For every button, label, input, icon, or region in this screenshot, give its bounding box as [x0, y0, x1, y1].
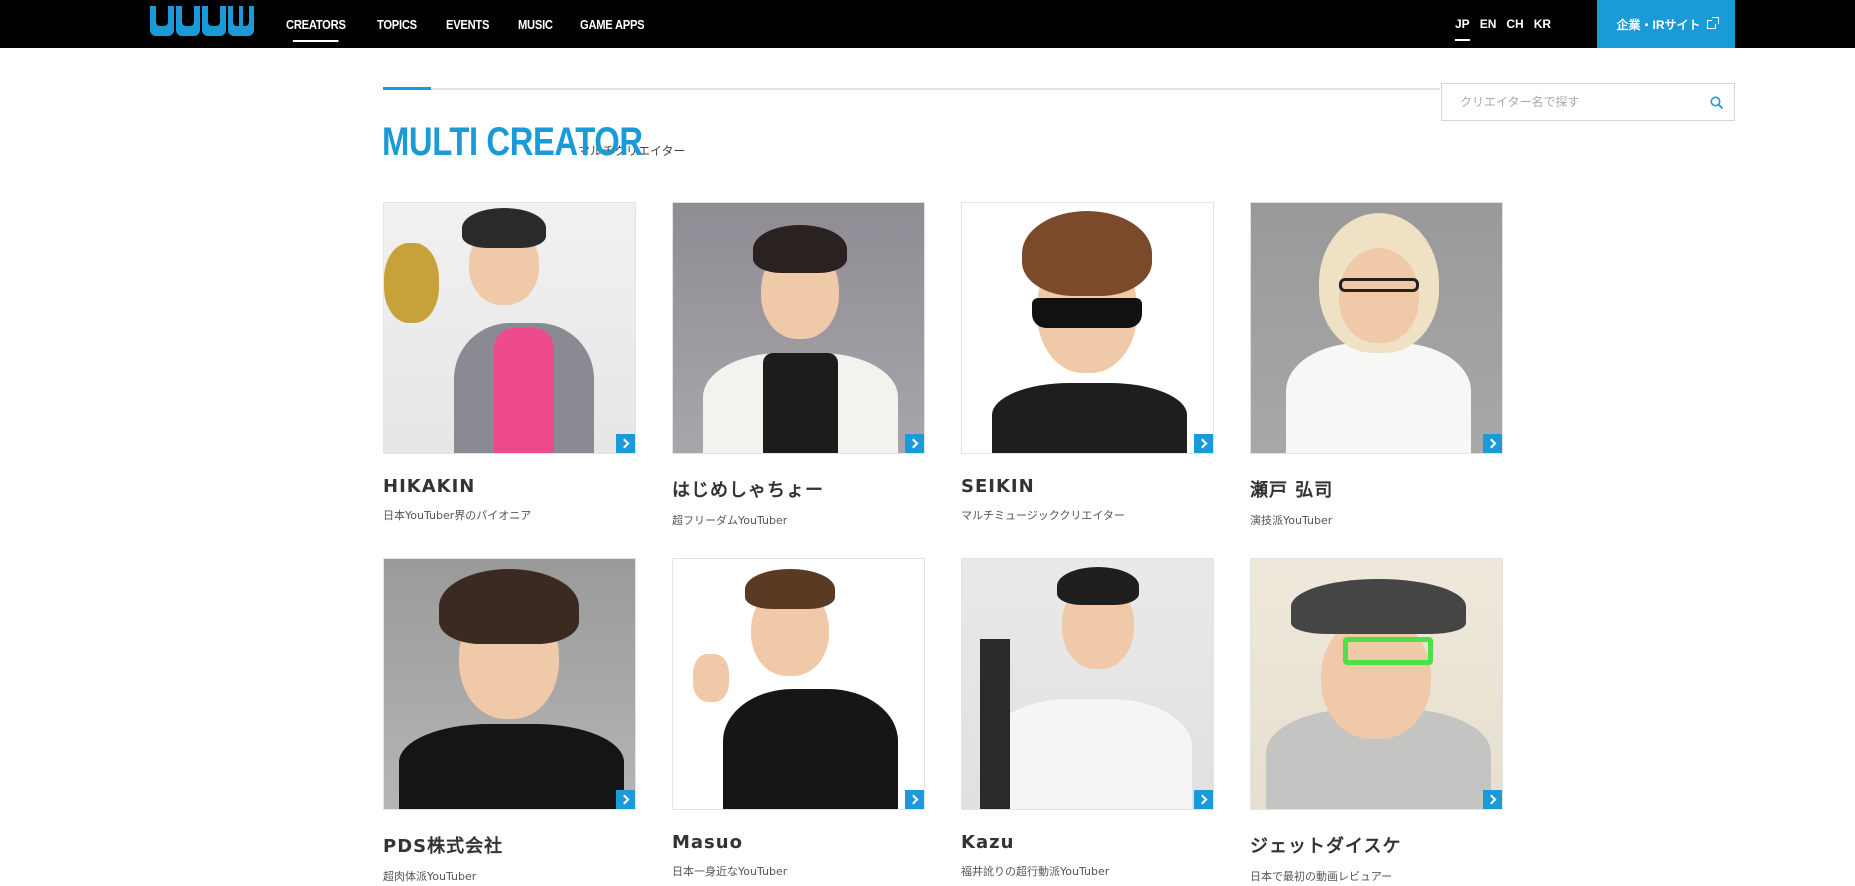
creator-card-hikakin[interactable]: HIKAKIN 日本YouTuber界のパイオニア	[383, 202, 636, 558]
uuum-logo[interactable]	[150, 6, 254, 36]
portrait-image	[384, 203, 635, 453]
lang-en[interactable]: EN	[1480, 11, 1497, 37]
ir-site-button[interactable]: 企業・IRサイト	[1597, 0, 1735, 48]
section-divider-accent	[383, 87, 431, 90]
creator-description: 日本YouTuber界のパイオニア	[383, 509, 532, 522]
search-icon[interactable]	[1698, 84, 1734, 120]
chevron-right-icon	[1483, 434, 1502, 453]
section-heading: MULTI CREATOR マルチクリエイター	[382, 120, 686, 165]
creator-name: HIKAKIN	[383, 476, 476, 497]
portrait-image	[962, 559, 1213, 809]
creator-card-seikin[interactable]: SEIKIN マルチミュージッククリエイター	[961, 202, 1214, 558]
creator-description: 超肉体派YouTuber	[383, 870, 477, 883]
creator-card-masuo[interactable]: Masuo 日本一身近なYouTuber	[672, 558, 925, 886]
creator-card-pds[interactable]: PDS株式会社 超肉体派YouTuber	[383, 558, 636, 886]
creator-name: Masuo	[672, 832, 743, 853]
nav-creators[interactable]: CREATORS	[286, 11, 346, 42]
ir-site-label: 企業・IRサイト	[1616, 17, 1701, 32]
portrait-image	[962, 203, 1213, 453]
lang-ch[interactable]: CH	[1506, 11, 1523, 37]
logo-letter	[150, 6, 174, 36]
lang-kr[interactable]: KR	[1534, 11, 1551, 37]
creator-description: マルチミュージッククリエイター	[961, 509, 1125, 522]
creator-photo[interactable]	[961, 558, 1214, 810]
nav-music[interactable]: MUSIC	[518, 11, 553, 38]
portrait-image	[673, 203, 924, 453]
creator-card-jet-daisuke[interactable]: ジェットダイスケ 日本で最初の動画レビュアー	[1250, 558, 1503, 886]
creator-name: SEIKIN	[961, 476, 1035, 497]
creator-photo[interactable]	[1250, 202, 1503, 454]
lang-jp[interactable]: JP	[1455, 11, 1470, 41]
creator-description: 日本一身近なYouTuber	[672, 865, 788, 878]
logo-letter	[202, 6, 226, 36]
chevron-right-icon	[1483, 790, 1502, 809]
language-switcher: JP EN CH KR	[1455, 0, 1551, 48]
creator-name: PDS株式会社	[383, 836, 504, 857]
creator-name: はじめしゃちょー	[672, 480, 824, 501]
page-title: MULTI CREATOR	[382, 120, 643, 164]
creator-photo[interactable]	[672, 558, 925, 810]
search-input[interactable]	[1442, 84, 1698, 120]
nav-topics[interactable]: TOPICS	[377, 11, 417, 38]
portrait-image	[1251, 559, 1502, 809]
logo-letter	[228, 6, 254, 36]
external-link-icon	[1706, 16, 1719, 29]
nav-events[interactable]: EVENTS	[446, 11, 489, 38]
creator-photo[interactable]	[383, 558, 636, 810]
chevron-right-icon	[1194, 790, 1213, 809]
creator-description: 演技派YouTuber	[1250, 514, 1333, 527]
creator-description: 日本で最初の動画レビュアー	[1250, 870, 1393, 883]
portrait-image	[673, 559, 924, 809]
portrait-image	[384, 559, 635, 809]
main-nav: CREATORS TOPICS EVENTS MUSIC GAME APPS	[286, 0, 655, 48]
chevron-right-icon	[905, 434, 924, 453]
creator-name: Kazu	[961, 832, 1015, 853]
creator-photo[interactable]	[383, 202, 636, 454]
creator-description: 福井訛りの超行動派YouTuber	[961, 865, 1110, 878]
creator-card-hajime[interactable]: はじめしゃちょー 超フリーダムYouTuber	[672, 202, 925, 558]
creator-photo[interactable]	[961, 202, 1214, 454]
chevron-right-icon	[1194, 434, 1213, 453]
creator-search	[1441, 83, 1735, 121]
chevron-right-icon	[616, 790, 635, 809]
creator-name: ジェットダイスケ	[1250, 836, 1402, 857]
creator-card-seto[interactable]: 瀬戸 弘司 演技派YouTuber	[1250, 202, 1503, 558]
creator-photo[interactable]	[672, 202, 925, 454]
section-divider	[383, 88, 1440, 90]
nav-game-apps[interactable]: GAME APPS	[580, 11, 645, 38]
creator-description: 超フリーダムYouTuber	[672, 514, 788, 527]
top-navigation-bar: CREATORS TOPICS EVENTS MUSIC GAME APPS J…	[0, 0, 1855, 48]
creator-name: 瀬戸 弘司	[1250, 480, 1334, 501]
creator-photo[interactable]	[1250, 558, 1503, 810]
portrait-image	[1251, 203, 1502, 453]
creator-grid: HIKAKIN 日本YouTuber界のパイオニア はじめしゃちょー 超フリーダ…	[383, 202, 1503, 886]
creator-card-kazu[interactable]: Kazu 福井訛りの超行動派YouTuber	[961, 558, 1214, 886]
chevron-right-icon	[616, 434, 635, 453]
logo-letter	[176, 6, 200, 36]
chevron-right-icon	[905, 790, 924, 809]
